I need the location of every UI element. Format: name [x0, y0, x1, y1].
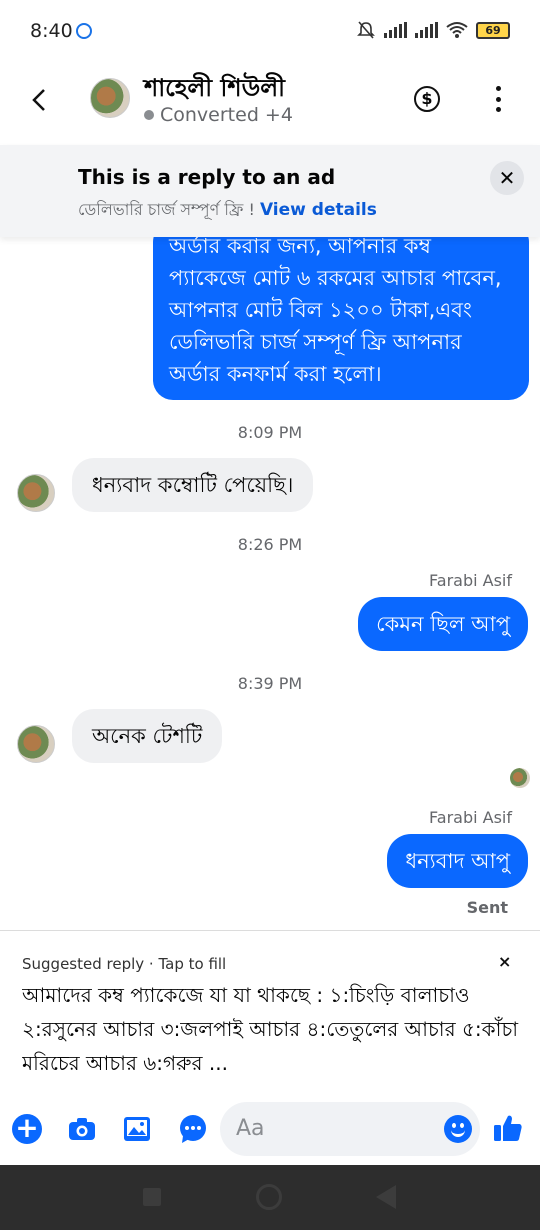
payment-button[interactable]: $	[414, 86, 440, 112]
composer-bar: + Aa	[0, 1100, 540, 1164]
signal-icon	[384, 22, 407, 38]
seen-avatar	[510, 768, 530, 788]
outgoing-message[interactable]: অর্ডার করার জন্য, আপনার কম্ব প্যাকেজে মো…	[153, 237, 529, 400]
signal-2-icon	[415, 22, 438, 38]
close-banner-button[interactable]: ✕	[490, 161, 524, 195]
sender-name: Farabi Asif	[429, 808, 512, 827]
system-nav-bar	[0, 1165, 540, 1230]
message-input-placeholder: Aa	[236, 1116, 265, 1141]
sender-name: Farabi Asif	[429, 571, 512, 590]
battery-icon: 69	[476, 21, 510, 39]
more-options-icon[interactable]	[490, 86, 506, 112]
ad-banner-text: ডেলিভারি চার্জ সম্পূর্ণ ফ্রি !	[78, 200, 260, 219]
ad-reply-banner: This is a reply to an ad ডেলিভারি চার্জ …	[0, 145, 540, 237]
contact-status-text: Converted +4	[160, 104, 293, 126]
sync-icon	[76, 23, 92, 39]
plus-icon[interactable]: +	[12, 1114, 42, 1144]
timestamp: 8:09 PM	[237, 423, 303, 442]
camera-icon[interactable]	[67, 1114, 97, 1144]
contact-status: Converted +4	[144, 104, 293, 126]
suggested-reply-text[interactable]: আমাদের কম্ব প্যাকেজে যা যা থাকছে : ১:চিং…	[22, 978, 522, 1080]
status-bar: 8:40 69	[0, 0, 540, 62]
home-icon[interactable]	[256, 1184, 282, 1210]
contact-avatar-small[interactable]	[17, 725, 55, 763]
divider	[0, 930, 540, 931]
mute-icon	[357, 21, 375, 39]
incoming-message[interactable]: অনেক টেশটি	[72, 709, 223, 763]
wifi-icon	[446, 22, 468, 38]
timestamp: 8:39 PM	[237, 674, 303, 693]
timestamp: 8:26 PM	[237, 535, 303, 554]
message-list[interactable]: অর্ডার করার জন্য, আপনার কম্ব প্যাকেজে মো…	[0, 237, 540, 930]
recents-icon[interactable]	[143, 1188, 161, 1206]
message-input[interactable]: Aa	[220, 1102, 480, 1156]
emoji-icon[interactable]	[444, 1115, 472, 1143]
ad-banner-title: This is a reply to an ad	[78, 165, 336, 189]
back-arrow-icon[interactable]	[22, 82, 58, 118]
chat-bubble-icon[interactable]	[178, 1114, 208, 1144]
outgoing-message[interactable]: ধন্যবাদ আপু	[387, 834, 528, 888]
status-time: 8:40	[30, 20, 73, 42]
view-details-link[interactable]: View details	[260, 200, 377, 220]
status-icons: 69	[356, 20, 510, 40]
contact-avatar[interactable]	[90, 78, 130, 118]
gallery-icon[interactable]	[122, 1114, 152, 1144]
thumbs-up-icon[interactable]	[492, 1112, 524, 1144]
sent-status: Sent	[466, 898, 508, 917]
ad-banner-subtitle: ডেলিভারি চার্জ সম্পূর্ণ ফ্রি ! View deta…	[78, 197, 377, 224]
contact-avatar-small[interactable]	[17, 474, 55, 512]
conversation-header: শাহেলী শিউলী Converted +4 $	[0, 62, 540, 144]
incoming-message[interactable]: ধন্যবাদ কম্বোটি পেয়েছি।	[72, 458, 314, 512]
suggested-reply-header: Suggested reply · Tap to fill	[22, 955, 227, 973]
outgoing-message[interactable]: কেমন ছিল আপু	[358, 597, 528, 651]
close-suggestion-button[interactable]: ×	[498, 952, 511, 971]
system-back-icon[interactable]	[376, 1185, 396, 1209]
status-dot-icon	[144, 110, 154, 120]
